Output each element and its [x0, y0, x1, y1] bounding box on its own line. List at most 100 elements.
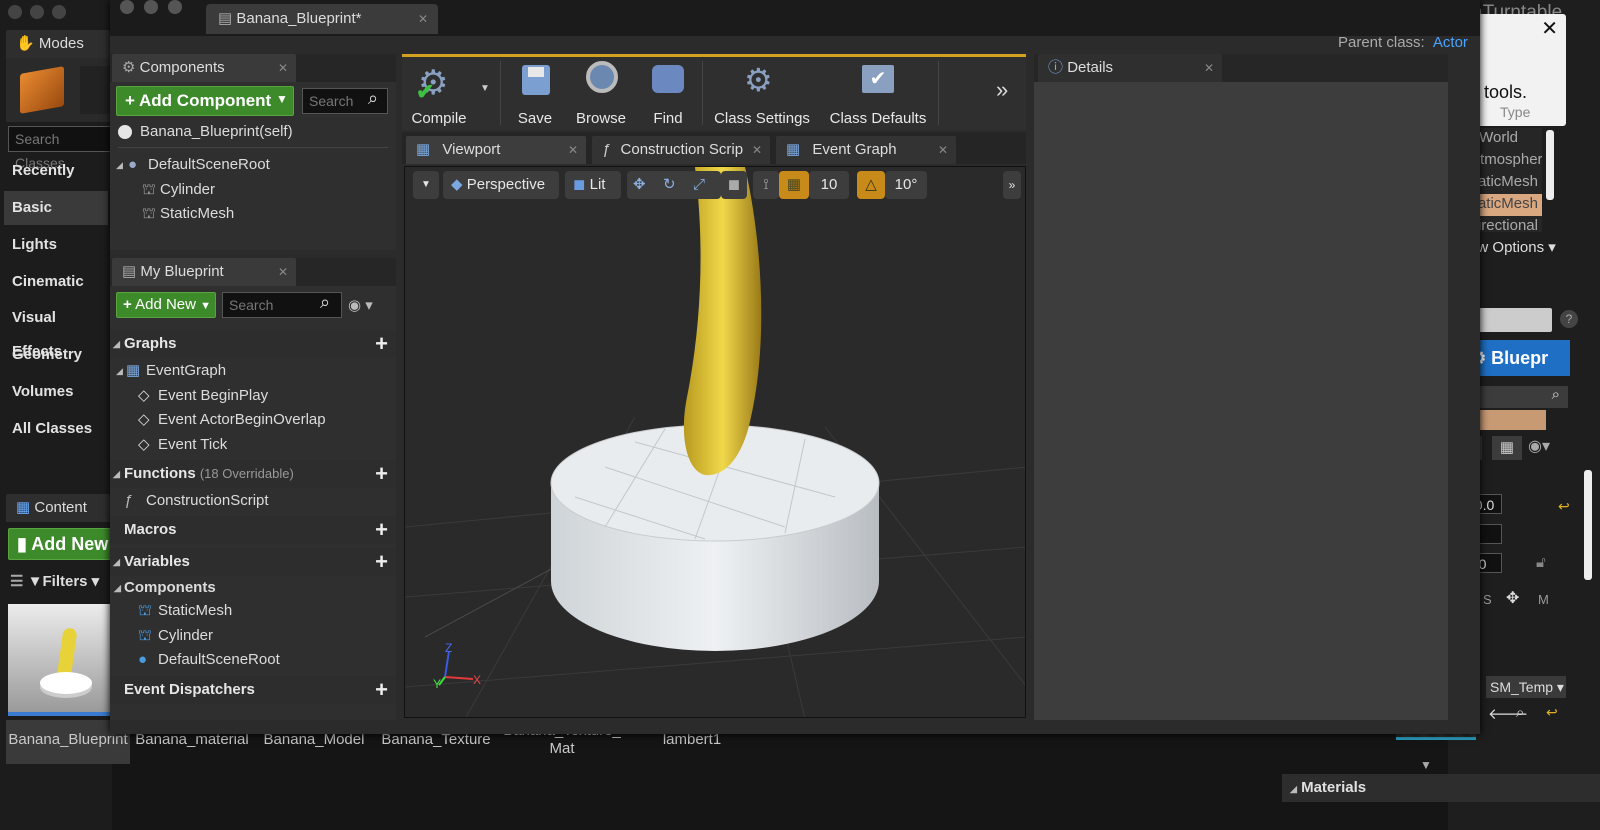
close-tab-icon[interactable]: ✕: [418, 4, 428, 34]
add-function-icon[interactable]: +: [375, 460, 388, 488]
tab-viewport[interactable]: ▦ Viewport ✕: [406, 136, 586, 164]
content-filters-button[interactable]: ☰ ▼Filters ▾: [10, 570, 110, 594]
toolbar-overflow-icon[interactable]: »: [996, 57, 1020, 129]
details-tab[interactable]: ⓘ Details ✕: [1038, 54, 1222, 82]
lock-icon[interactable]: 🔓︎: [1536, 554, 1546, 571]
add-graph-icon[interactable]: +: [375, 330, 388, 358]
category-visual-effects[interactable]: Visual Effects: [4, 301, 108, 360]
event-dispatchers-section-header[interactable]: Event Dispatchers +: [110, 676, 396, 704]
variable-item[interactable]: ⛫ StaticMesh: [110, 599, 396, 623]
class-defaults-button[interactable]: ✔ Class Defaults: [822, 57, 934, 129]
paint-icon[interactable]: [80, 66, 110, 114]
expand-arrow-icon[interactable]: ▼: [1420, 758, 1432, 772]
rotate-icon[interactable]: ↻: [663, 171, 676, 199]
reset-arrow-icon[interactable]: ↩: [1558, 498, 1570, 515]
component-cylinder-item[interactable]: ⛫ Cylinder: [110, 178, 396, 202]
add-component-button[interactable]: + Add Component: [116, 86, 294, 116]
component-staticmesh-item[interactable]: ⛫ StaticMesh: [110, 202, 396, 226]
category-all-classes[interactable]: All Classes: [4, 412, 108, 446]
component-var-icon: ⛫: [138, 602, 152, 619]
construction-script-item[interactable]: ƒ ConstructionScript: [110, 489, 396, 513]
perspective-button[interactable]: ◆ Perspective: [443, 171, 559, 199]
place-mode-icons[interactable]: [6, 58, 110, 122]
modes-search-input[interactable]: Search Classes: [8, 126, 112, 171]
component-var-icon: ●: [138, 651, 148, 668]
scale-icon[interactable]: ⤢: [693, 171, 705, 199]
rotation-snap-icon[interactable]: △: [857, 171, 885, 199]
category-lights[interactable]: Lights: [4, 228, 108, 262]
event-item[interactable]: ◇ Event ActorBeginOverlap: [110, 408, 396, 432]
component-root-item[interactable]: ◢ ● DefaultSceneRoot: [110, 153, 396, 177]
help-icon[interactable]: ?: [1560, 310, 1578, 328]
viewport-scene: [405, 167, 1025, 717]
category-recently-placed[interactable]: Recently Placed: [4, 154, 108, 213]
world-local-icon[interactable]: ◼: [721, 171, 747, 199]
surface-snap-icon[interactable]: ⟟: [753, 171, 779, 199]
parent-class-link[interactable]: Actor: [1433, 34, 1468, 51]
event-graph-item[interactable]: ◢ ▦ EventGraph: [110, 359, 396, 383]
transform-s-label[interactable]: S: [1483, 592, 1492, 607]
variables-section-header[interactable]: ◢ Variables +: [110, 548, 396, 576]
move-icon[interactable]: ✥: [1506, 588, 1519, 608]
compile-options-dropdown[interactable]: ▼: [474, 57, 496, 129]
my-blueprint-tab[interactable]: ▤ My Blueprint ✕: [112, 258, 296, 286]
category-volumes[interactable]: Volumes: [4, 375, 108, 409]
grid-view-icon[interactable]: ▦: [1492, 436, 1522, 460]
modes-category-list: Recently Placed Basic Lights Cinematic V…: [0, 152, 112, 482]
add-variable-icon[interactable]: +: [375, 548, 388, 576]
close-icon[interactable]: ✕: [1541, 16, 1558, 41]
find-button[interactable]: Find: [638, 57, 698, 129]
functions-section-header[interactable]: ◢ Functions (18 Overridable) +: [110, 460, 396, 488]
translate-icon[interactable]: ✥: [633, 171, 646, 199]
compile-button[interactable]: ⚙ ✔ Compile: [404, 57, 474, 129]
rotation-snap-dropdown[interactable]: 10°: [885, 171, 927, 199]
materials-section-header[interactable]: ◢ Materials: [1282, 774, 1600, 802]
visibility-eye-icon[interactable]: ◉ ▾: [348, 296, 373, 314]
add-dispatcher-icon[interactable]: +: [375, 676, 388, 704]
window-controls[interactable]: [120, 0, 182, 18]
viewport[interactable]: Z Y X ▼ ◆ Perspective ◼ Lit ✥ ↻ ⤢ ◼ ⟟ ▦ …: [404, 166, 1026, 718]
modes-tab[interactable]: ✋ Modes: [6, 30, 110, 58]
add-macro-icon[interactable]: +: [375, 516, 388, 544]
graphs-section-header[interactable]: ◢ Graphs +: [110, 330, 396, 358]
lit-button[interactable]: ◼ Lit: [565, 171, 621, 199]
browse-button[interactable]: Browse: [568, 57, 634, 129]
sm-template-dropdown[interactable]: SM_Temp ▾: [1486, 676, 1566, 698]
class-settings-button[interactable]: ⚙ Class Settings: [708, 57, 816, 129]
add-new-button[interactable]: + Add New ▼: [116, 292, 216, 318]
right-scrollbar[interactable]: [1584, 470, 1592, 580]
modes-icon: ✋: [16, 35, 35, 52]
viewport-overflow-icon[interactable]: »: [1003, 171, 1021, 199]
asset-thumbnail-banana-blueprint[interactable]: [8, 604, 112, 716]
tab-construction-script[interactable]: ƒ Construction Scrip ✕: [592, 136, 770, 164]
event-item[interactable]: ◇ Event BeginPlay: [110, 384, 396, 408]
grid-size-dropdown[interactable]: 10: [809, 171, 849, 199]
category-geometry[interactable]: Geometry: [4, 338, 108, 372]
transform-m-label[interactable]: M: [1538, 592, 1549, 607]
search-icon: ⌕: [368, 88, 379, 108]
content-browser-icon: ▦: [16, 499, 31, 516]
category-cinematic[interactable]: Cinematic: [4, 265, 108, 299]
components-subheader[interactable]: ◢ Components: [110, 576, 396, 600]
components-tab[interactable]: ⚙ Components ✕: [112, 54, 296, 82]
tab-event-graph[interactable]: ▦ Event Graph ✕: [776, 136, 956, 164]
macros-section-header[interactable]: Macros +: [110, 516, 396, 544]
content-browser-tab[interactable]: ▦ Content B: [6, 494, 110, 544]
browse-search-icon[interactable]: ⌕: [1516, 704, 1524, 721]
variable-item[interactable]: ⛫ Cylinder: [110, 624, 396, 648]
save-button[interactable]: Save: [506, 57, 564, 129]
parent-class-info: Parent class: Actor: [1338, 34, 1468, 51]
document-tab[interactable]: ▤ Banana_Blueprint* ✕: [206, 4, 438, 34]
place-cube-icon[interactable]: [20, 66, 64, 114]
viewport-options-dropdown[interactable]: ▼: [413, 171, 439, 199]
reset-arrow-icon[interactable]: ↩: [1546, 704, 1558, 721]
event-item[interactable]: ◇ Event Tick: [110, 433, 396, 457]
category-basic[interactable]: Basic: [4, 191, 108, 225]
eye-icon[interactable]: ◉▾: [1528, 436, 1550, 456]
axis-gizmo: [438, 650, 474, 686]
content-add-new-button[interactable]: ▮ Add New: [8, 528, 112, 560]
variable-item[interactable]: ● DefaultSceneRoot: [110, 648, 396, 672]
component-self-item[interactable]: Banana_Blueprint(self): [110, 120, 396, 144]
grid-snap-icon[interactable]: ▦: [779, 171, 809, 199]
list-scrollbar[interactable]: [1546, 130, 1554, 200]
